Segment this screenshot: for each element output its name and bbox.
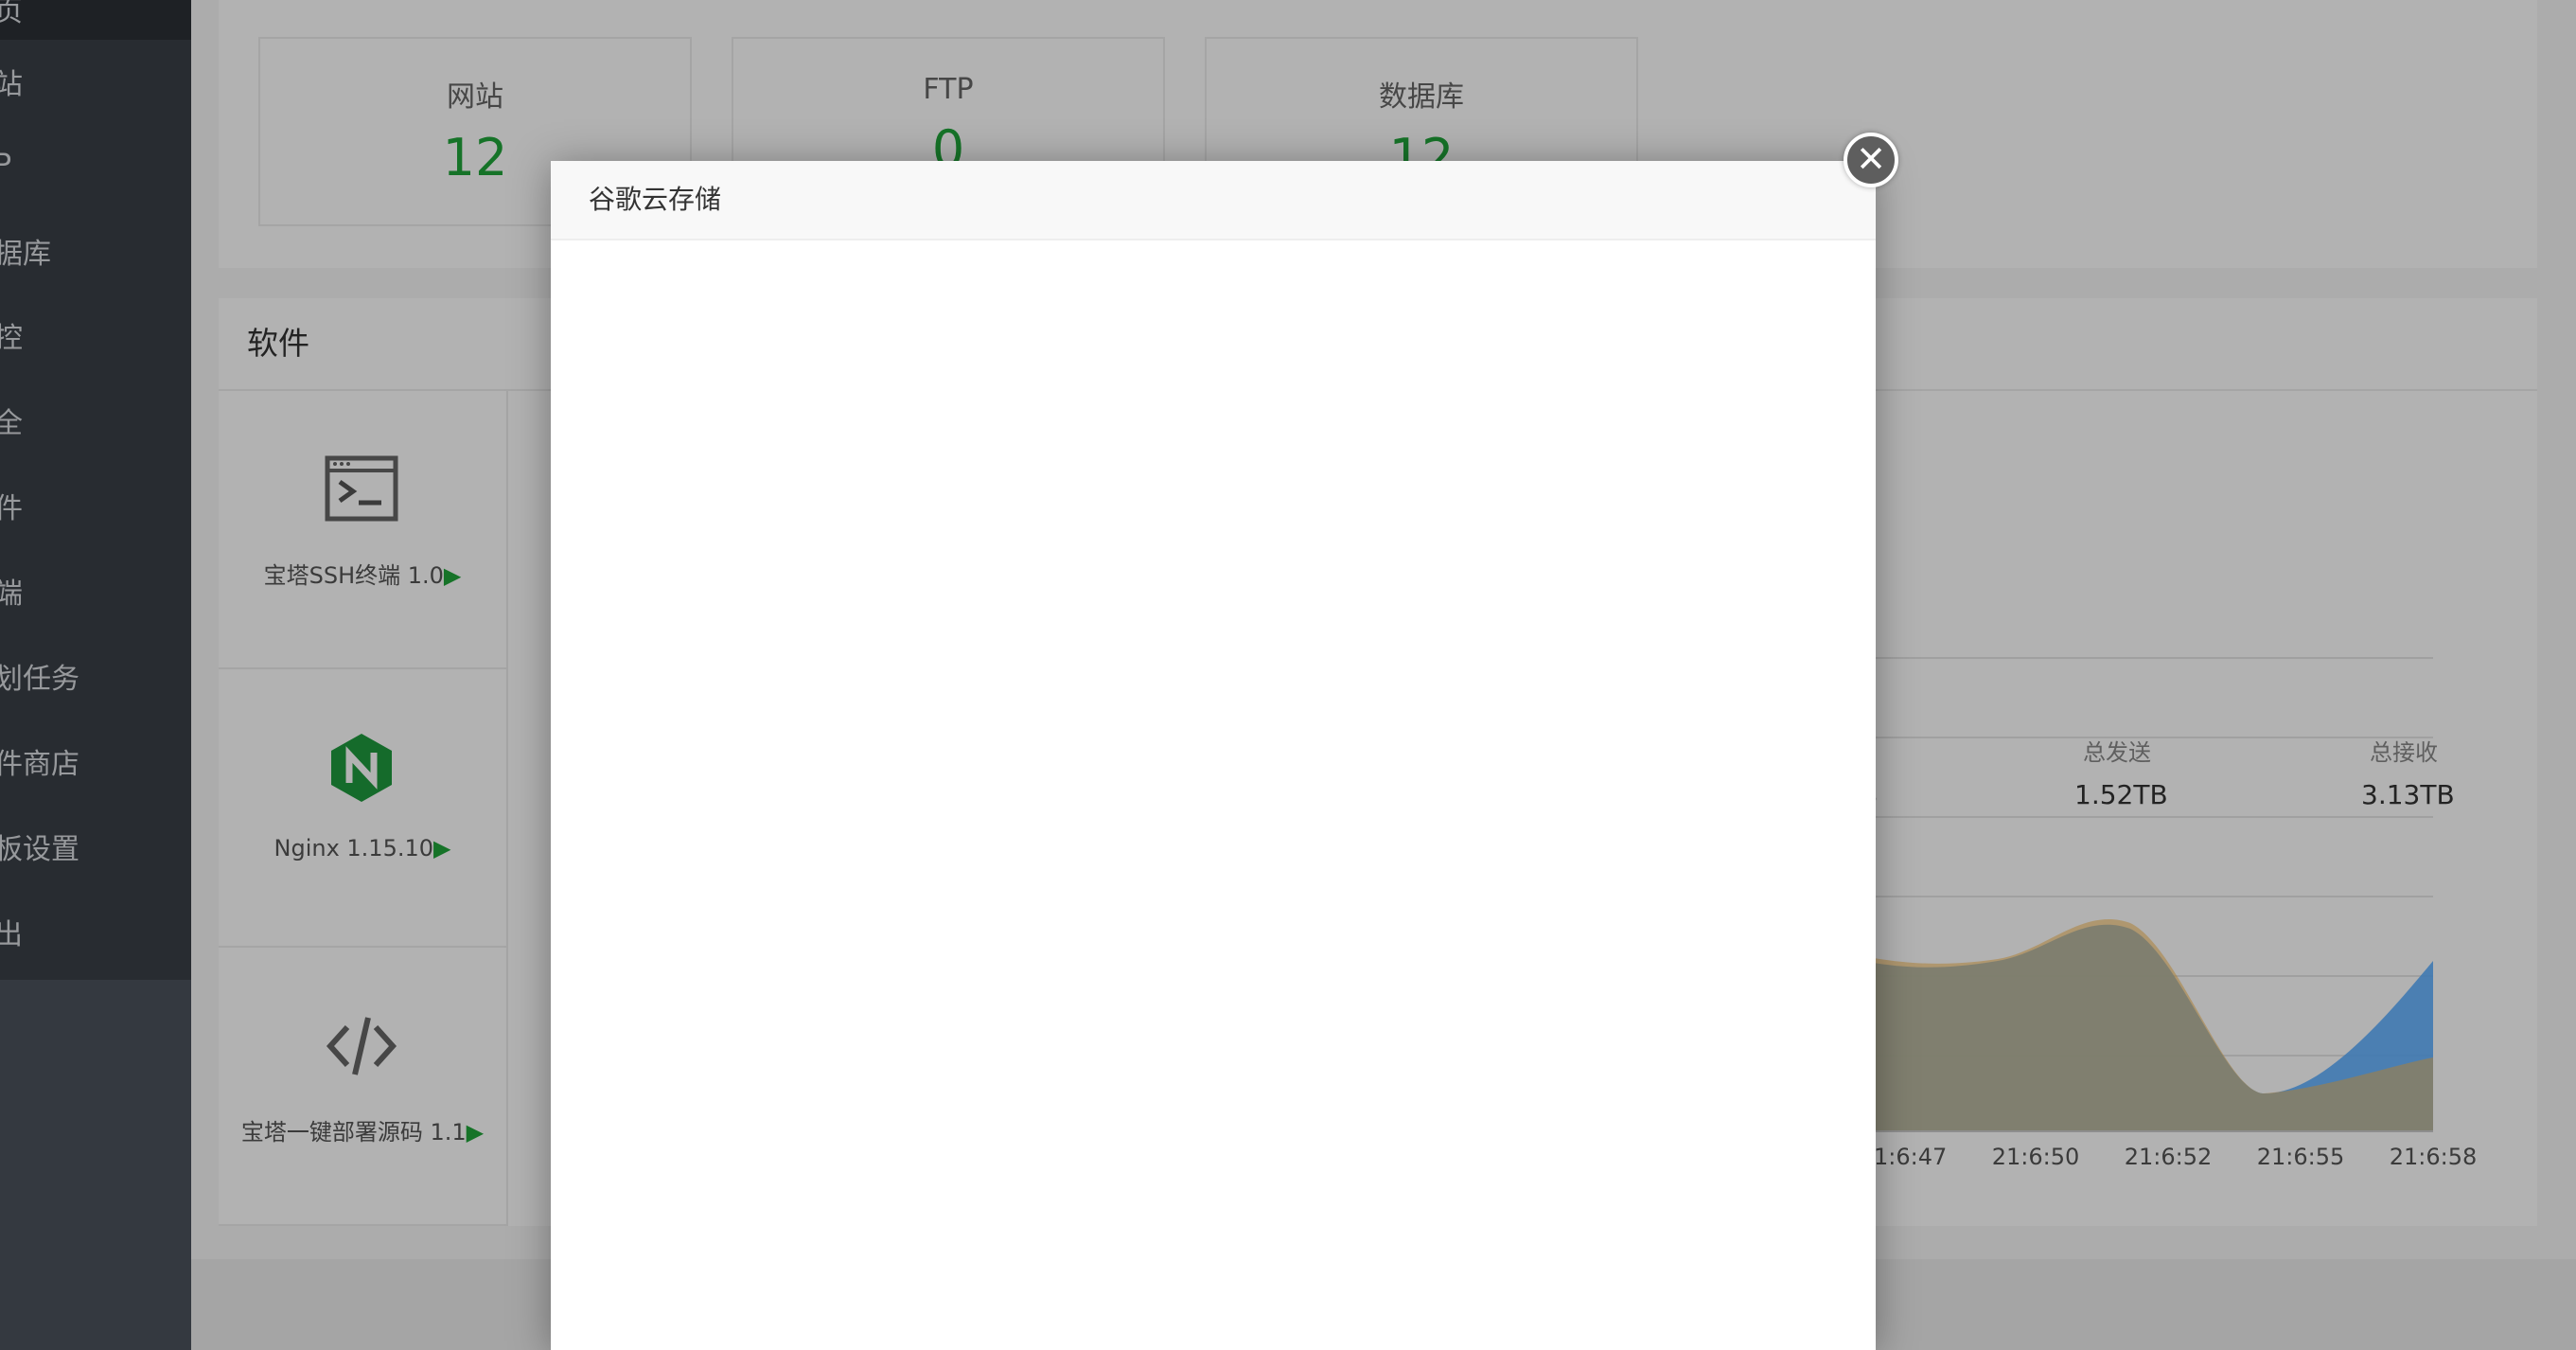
google-cloud-storage-dialog: 谷歌云存储 [551, 161, 1876, 1350]
dialog-body [551, 240, 1876, 1350]
dialog-title: 谷歌云存储 [551, 161, 1876, 240]
close-icon[interactable]: ✕ [1844, 133, 1898, 187]
